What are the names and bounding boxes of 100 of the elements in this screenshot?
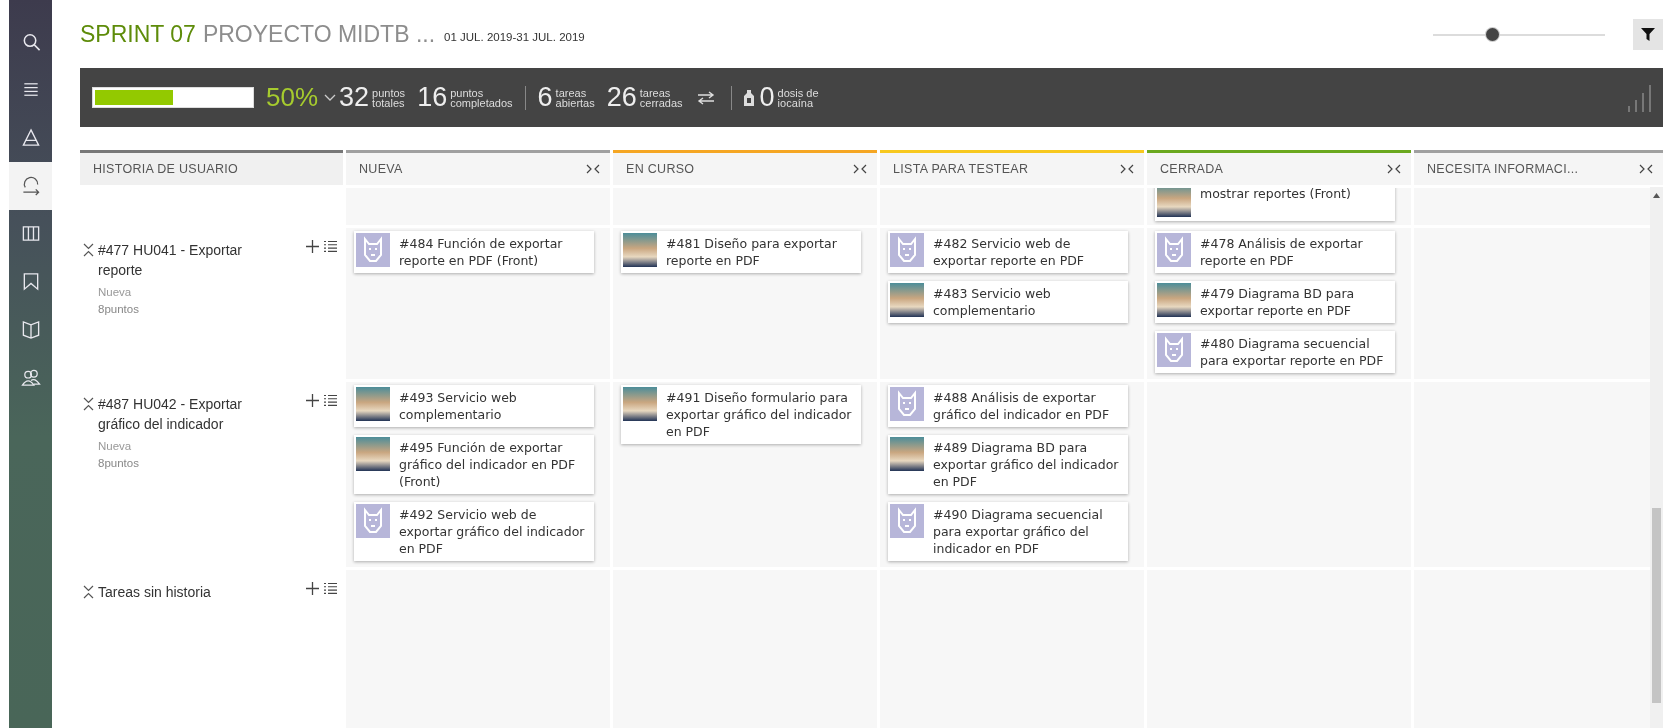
- collapse-icon[interactable]: [1120, 164, 1134, 174]
- task-title: mostrar reportes (Front): [1200, 188, 1351, 203]
- list-icon[interactable]: [324, 240, 337, 253]
- task-card[interactable]: #495 Función de exportar gráfico del indicador en PDF (Front): [354, 435, 594, 494]
- stat-value: 16: [417, 82, 448, 113]
- task-title: #495 Función de exportar gráfico del indicador en PDF (Front): [399, 439, 577, 490]
- task-title: #489 Diagrama BD para exportar gráfico del indicador en PDF: [933, 439, 1120, 490]
- task-title: #488 Análisis de exportar gráfico del indicador en PDF: [933, 389, 1111, 423]
- team-icon: [20, 368, 41, 388]
- list-icon[interactable]: [324, 582, 337, 595]
- story-title[interactable]: #487 HU042 - Exportar gráfico del indicador: [98, 394, 278, 434]
- pixel-avatar-icon: [356, 233, 390, 267]
- task-card[interactable]: #478 Análisis de exportar reporte en PDF: [1155, 231, 1395, 273]
- filter-icon: [1641, 27, 1655, 41]
- task-title: #480 Diagrama secuencial para exportar reporte en PDF: [1200, 335, 1385, 369]
- collapse-icon[interactable]: [83, 585, 94, 599]
- sidebar-item[interactable]: [9, 162, 52, 210]
- stat-label: dosis de iocaína: [777, 87, 819, 108]
- task-title: #490 Diagrama secuencial para exportar gráfico del indicador en PDF: [933, 506, 1104, 557]
- add-icon[interactable]: [306, 394, 319, 407]
- sprint-dates: 01 JUL. 2019-31 JUL. 2019: [444, 30, 585, 43]
- add-icon[interactable]: [306, 240, 319, 253]
- task-title: #481 Diseño para exportar reporte en PDF: [666, 235, 838, 269]
- slider-thumb[interactable]: [1486, 27, 1500, 41]
- filter-button[interactable]: [1633, 18, 1663, 50]
- task-card[interactable]: #481 Diseño para exportar reporte en PDF: [621, 231, 861, 273]
- column-title: LISTA PARA TESTEAR: [893, 162, 1029, 176]
- story-status: Nueva: [98, 440, 132, 452]
- book-icon: [20, 320, 41, 340]
- task-card[interactable]: #483 Servicio web complementario: [888, 281, 1128, 323]
- photo-placeholder: [356, 387, 390, 421]
- task-card[interactable]: #479 Diagrama BD para exportar reporte en PDF: [1155, 281, 1395, 323]
- swap-arrows-icon[interactable]: [696, 90, 715, 105]
- project-name: PROYECTO MIDTB ...: [202, 20, 436, 48]
- photo-placeholder: [890, 283, 924, 317]
- task-card[interactable]: #490 Diagrama secuencial para exportar gráfico del indicador en PDF: [888, 502, 1128, 561]
- task-card[interactable]: #493 Servicio web complementario: [354, 385, 594, 427]
- task-card[interactable]: #489 Diagrama BD para exportar gráfico del indicador en PDF: [888, 435, 1128, 494]
- task-card[interactable]: #484 Función de exportar reporte en PDF (Front): [354, 231, 594, 273]
- collapse-icon[interactable]: [83, 243, 94, 257]
- stat-label: tareas abiertas: [555, 87, 595, 108]
- stat-value: 26: [606, 82, 637, 113]
- list-icon[interactable]: [324, 394, 337, 407]
- column-title: EN CURSO: [626, 162, 695, 176]
- zoom-slider[interactable]: [1433, 27, 1605, 41]
- task-title: #479 Diagrama BD para exportar reporte en PDF: [1200, 285, 1356, 319]
- collapse-icon[interactable]: [83, 397, 94, 411]
- story-title[interactable]: Tareas sin historia: [98, 582, 211, 602]
- stat-label: puntos totales: [372, 87, 406, 108]
- photo-placeholder: [623, 387, 657, 421]
- photo-placeholder: [623, 233, 657, 267]
- scrollbar[interactable]: [1650, 187, 1663, 728]
- loop-arrow-icon: [20, 176, 41, 196]
- task-title: #478 Análisis de exportar reporte en PDF: [1200, 235, 1364, 269]
- pixel-avatar-icon: [890, 504, 924, 538]
- pixel-avatar-icon: [1157, 333, 1191, 367]
- stat-label: puntos completados: [450, 87, 513, 108]
- stat-value: 32: [339, 82, 370, 113]
- task-card[interactable]: #482 Servicio web de exportar reporte en PDF: [888, 231, 1128, 273]
- triangle-icon: [20, 128, 41, 148]
- photo-placeholder: [890, 437, 924, 471]
- pixel-avatar-icon: [1157, 233, 1191, 267]
- sprint-name: SPRINT 07: [80, 20, 196, 48]
- columns-icon: [20, 224, 41, 244]
- collapse-icon[interactable]: [1639, 164, 1653, 174]
- pixel-avatar-icon: [356, 504, 390, 538]
- photo-placeholder: [1157, 283, 1191, 317]
- task-card[interactable]: #492 Servicio web de exportar gráfico del indicador en PDF: [354, 502, 594, 561]
- chevron-down-icon[interactable]: [324, 93, 337, 102]
- stat-label: tareas cerradas: [639, 87, 683, 108]
- task-title: #493 Servicio web complementario: [399, 389, 518, 423]
- collapse-icon[interactable]: [586, 164, 600, 174]
- task-title: #482 Servicio web de exportar reporte en PDF: [933, 235, 1086, 269]
- task-card[interactable]: #488 Análisis de exportar gráfico del indicador en PDF: [888, 385, 1128, 427]
- column-header: HISTORIA DE USUARIO: [80, 150, 343, 185]
- add-icon[interactable]: [306, 582, 319, 595]
- task-card[interactable]: #491 Diseño formulario para exportar gráfico del indicador en PDF: [621, 385, 861, 444]
- progress-percent: 50%: [266, 82, 319, 113]
- stat-value: 6: [537, 82, 553, 113]
- scroll-up-icon[interactable]: [1653, 193, 1660, 198]
- collapse-icon[interactable]: [853, 164, 867, 174]
- column-title: CERRADA: [1160, 162, 1224, 176]
- story-points: 8puntos: [98, 303, 139, 315]
- story-status: Nueva: [98, 286, 132, 298]
- stat-value: 0: [759, 82, 775, 113]
- column-title: NECESITA INFORMACI...: [1427, 162, 1579, 176]
- bottle-icon: [743, 89, 754, 106]
- task-title: #491 Diseño formulario para exportar gráfico del indicador en PDF: [666, 389, 853, 440]
- collapse-icon[interactable]: [1387, 164, 1401, 174]
- photo-placeholder: [356, 437, 390, 471]
- task-title: #492 Servicio web de exportar gráfico del indicador en PDF: [399, 506, 586, 557]
- pixel-avatar-icon: [890, 233, 924, 267]
- task-card[interactable]: mostrar reportes (Front): [1155, 188, 1395, 221]
- column-title: NUEVA: [359, 162, 403, 176]
- photo-placeholder: [1157, 188, 1191, 217]
- task-card[interactable]: #480 Diagrama secuencial para exportar reporte en PDF: [1155, 331, 1395, 373]
- task-title: #483 Servicio web complementario: [933, 285, 1052, 319]
- story-points: 8puntos: [98, 457, 139, 469]
- story-title[interactable]: #477 HU041 - Exportar reporte: [98, 240, 278, 280]
- task-title: #484 Función de exportar reporte en PDF (Front): [399, 235, 564, 269]
